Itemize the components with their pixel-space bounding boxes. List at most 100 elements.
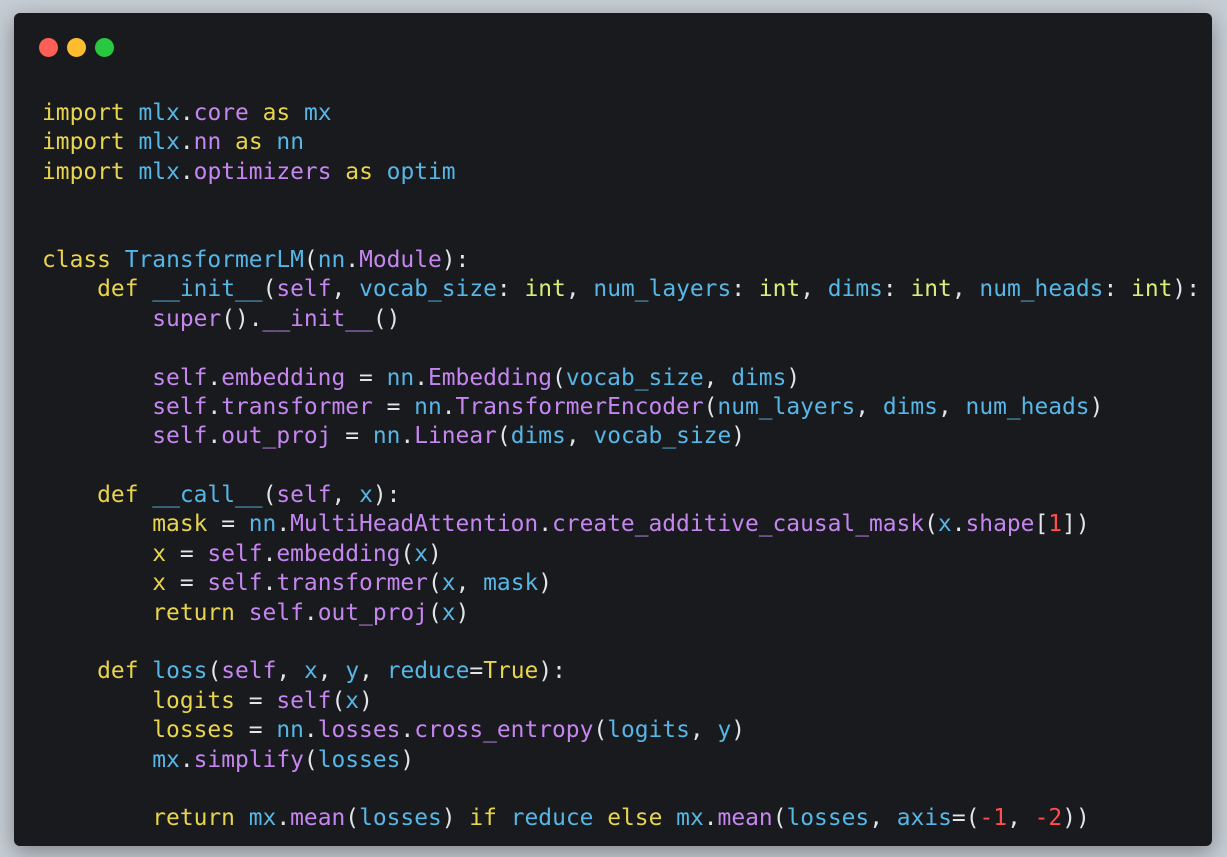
code-token: .: [400, 717, 415, 744]
code-token: transformer: [276, 570, 428, 597]
code-token: nn: [317, 246, 346, 273]
code-token: num_heads: [979, 276, 1104, 303]
code-token: self: [221, 658, 277, 685]
code-token: ): [1089, 393, 1104, 420]
code-block: import mlx.core as mx import mlx.nn as nn…: [42, 99, 1200, 834]
code-token: loss: [152, 658, 208, 685]
code-token: ]): [1062, 511, 1090, 538]
code-token: ,: [565, 276, 594, 303]
code-token: vocab_size: [565, 364, 704, 391]
code-token: ,: [689, 717, 718, 744]
code-token: :: [1103, 276, 1132, 303]
code-token: .: [276, 511, 291, 538]
code-token: logits: [152, 687, 235, 714]
code-token: vocab_size: [593, 423, 732, 450]
code-token: def: [97, 276, 139, 303]
code-token: self: [207, 540, 263, 567]
code-token: def: [97, 482, 139, 509]
code-token: return: [152, 805, 235, 832]
code-token: (: [400, 540, 415, 567]
code-token: (: [552, 364, 566, 391]
code-token: (: [262, 482, 277, 509]
maximize-button[interactable]: [95, 38, 114, 57]
code-token: int: [524, 276, 566, 303]
code-line: super().__init__(): [42, 305, 1200, 334]
code-line: ​: [42, 628, 1200, 657]
code-token: nn: [276, 717, 304, 744]
code-token: ):: [1172, 276, 1200, 303]
code-line: logits = self(x): [42, 687, 1200, 716]
code-token: __init__: [152, 276, 263, 303]
code-token: mx: [152, 746, 180, 773]
code-token: .: [703, 805, 718, 832]
code-token: mlx: [138, 100, 180, 126]
code-token: :: [882, 276, 911, 303]
code-line: self.embedding = nn.Embedding(vocab_size…: [42, 364, 1200, 393]
code-token: (: [772, 805, 787, 832]
code-line: self.transformer = nn.TransformerEncoder…: [42, 393, 1200, 422]
code-token: .: [276, 805, 291, 832]
code-token: mlx: [138, 129, 180, 156]
code-token: ):: [441, 246, 470, 273]
code-token: optimizers: [193, 158, 332, 185]
code-token: y: [345, 658, 360, 685]
code-line: mx.simplify(losses): [42, 746, 1200, 775]
code-token: mean: [717, 805, 773, 832]
code-token: (: [427, 599, 442, 626]
code-token: as: [262, 100, 291, 126]
code-token: int: [758, 276, 801, 303]
code-token: =: [372, 393, 415, 420]
code-line: return mx.mean(losses) if reduce else mx…: [42, 804, 1200, 833]
code-token: __call__: [152, 482, 263, 509]
code-token: x: [414, 540, 428, 567]
code-token: embedding: [221, 364, 346, 391]
code-line: import mlx.optimizers as optim: [42, 158, 1200, 187]
code-line: class TransformerLM(nn.Module):: [42, 246, 1200, 275]
code-token: core: [193, 100, 249, 126]
code-token: ,: [331, 276, 360, 303]
code-token: axis: [896, 805, 952, 832]
code-token: ): [786, 364, 801, 391]
code-token: .: [538, 511, 553, 538]
code-token: ,: [869, 805, 897, 832]
code-line: import mlx.nn as nn: [42, 128, 1200, 157]
code-token: (: [262, 276, 277, 303]
code-line: self.out_proj = nn.Linear(dims, vocab_si…: [42, 422, 1200, 451]
code-token: optim: [386, 158, 456, 185]
close-button[interactable]: [39, 38, 58, 57]
code-token: super: [152, 305, 222, 332]
code-token: mean: [290, 805, 346, 832]
code-token: (): [372, 305, 401, 332]
code-token: (: [703, 393, 718, 420]
code-token: logits: [607, 717, 690, 744]
code-line: return self.out_proj(x): [42, 599, 1200, 628]
code-token: (: [207, 658, 222, 685]
code-token: .: [207, 423, 222, 450]
code-token: as: [345, 158, 373, 185]
code-token: .: [303, 717, 318, 744]
code-token: x: [303, 658, 318, 685]
code-token: :: [496, 276, 525, 303]
code-token: ,: [703, 364, 732, 391]
code-token: losses: [359, 805, 442, 832]
minimize-button[interactable]: [67, 38, 86, 57]
code-token: [: [1034, 511, 1049, 538]
code-token: :: [731, 276, 759, 303]
code-line: def __call__(self, x):: [42, 481, 1200, 510]
code-token: ): [359, 687, 373, 714]
code-token: .: [262, 570, 277, 597]
code-token: ): [538, 570, 553, 597]
code-token: self: [248, 599, 304, 626]
code-token: (: [331, 687, 346, 714]
code-token: if: [469, 805, 497, 832]
